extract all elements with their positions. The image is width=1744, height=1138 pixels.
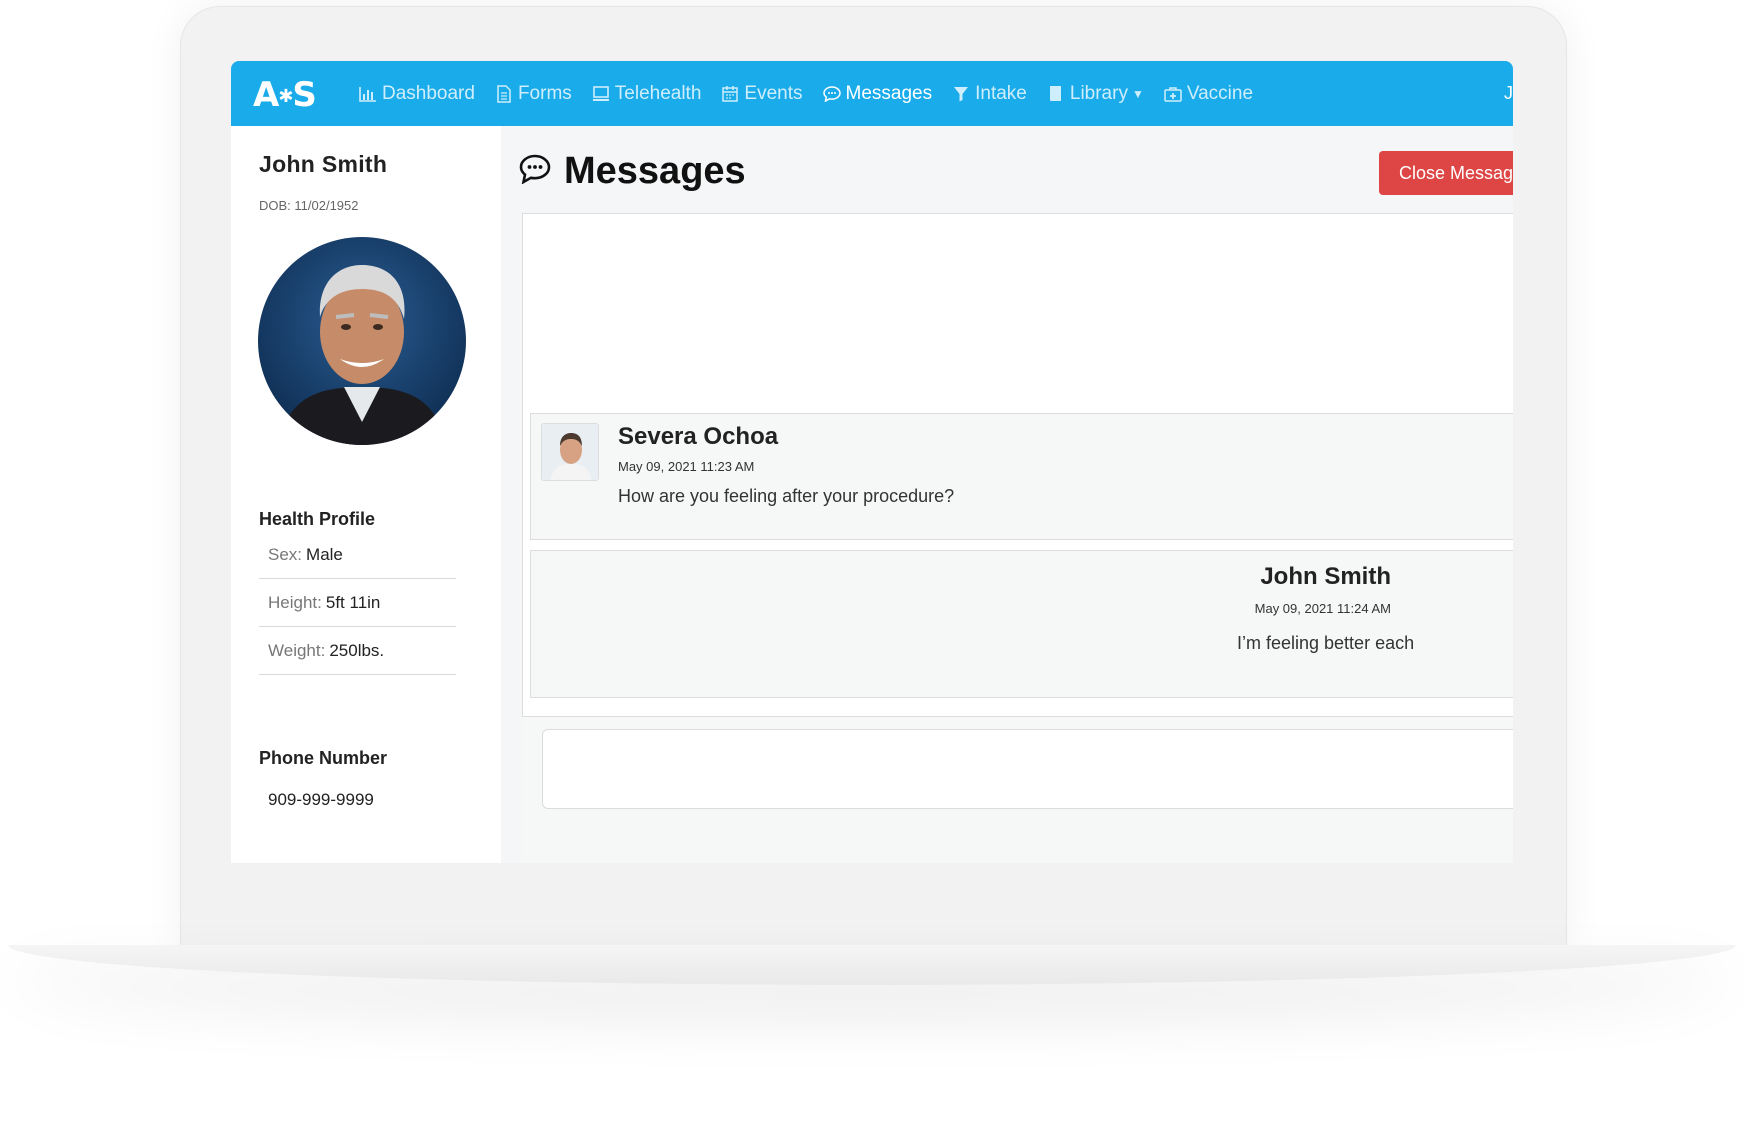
funnel-icon [952,85,970,103]
message-input[interactable] [542,729,1513,809]
patient-avatar [258,237,466,445]
profile-row-height: Height: 5ft 11in [259,579,456,627]
nav-item-intake[interactable]: Intake [952,83,1027,105]
calendar-icon [721,85,739,103]
nav-label: Intake [975,82,1027,104]
nav-label: Vaccine [1186,82,1254,104]
nav-label: Events [744,82,803,104]
messages-main: Messages Close Messag Severa Ochoa May 0… [501,126,1513,863]
profile-row-weight: Weight: 250lbs. [259,627,456,675]
user-menu[interactable]: J [1504,83,1513,104]
profile-value: 250lbs. [329,640,385,660]
message-header: John Smith May 09, 2021 11:24 AM [1171,563,1391,616]
profile-row-sex: Sex: Male [259,531,456,579]
profile-value: 5ft 11in [325,592,381,612]
nav-item-forms[interactable]: Forms [495,83,572,105]
device-mockup: A✱S Dashboard Forms Telehealth Events Me… [0,0,1744,1138]
patient-dob: DOB: 11/02/1952 [259,198,359,213]
medical-kit-icon [1164,85,1182,103]
phone-title: Phone Number [259,748,388,768]
nav-menu: Dashboard Forms Telehealth Events Messag… [359,61,1273,126]
monitor-icon [592,85,610,103]
document-icon [495,84,513,103]
nav-item-messages[interactable]: Messages [822,82,933,105]
message-timestamp: May 09, 2021 11:24 AM [1254,601,1391,616]
nav-label: Forms [517,82,572,104]
nav-label: Dashboard [382,82,475,104]
phone-number: 909-999-9999 [268,790,374,809]
bar-chart-icon [359,85,377,103]
caret-down-icon: ▼ [1131,86,1144,101]
chat-bubble-icon [519,154,551,186]
message-sender: John Smith [1260,563,1391,590]
chat-bubble-icon [822,85,841,103]
sender-avatar [541,423,599,481]
message-sender: Severa Ochoa [618,423,779,450]
patient-sidebar: John Smith DOB: 11/02/1952 Health Profil… [231,126,501,863]
top-navbar: A✱S Dashboard Forms Telehealth Events Me… [231,61,1513,126]
message-item: John Smith May 09, 2021 11:24 AM I’m fee… [530,550,1513,698]
health-profile-title: Health Profile [259,509,376,529]
message-text: How are you feeling after your procedure… [618,486,955,506]
profile-value: Male [306,544,343,564]
nav-label: Telehealth [614,82,702,104]
patient-name: John Smith [259,151,388,177]
brand-logo[interactable]: A✱S [253,75,317,115]
nav-item-vaccine[interactable]: Vaccine [1164,83,1253,105]
health-profile-list: Sex: Male Height: 5ft 11in Weight: 250lb… [259,531,456,675]
reply-area [522,716,1513,863]
message-timestamp: May 09, 2021 11:23 AM [618,459,755,474]
laptop-base [8,945,1736,985]
profile-label: Sex: [268,544,303,564]
profile-label: Height: [268,592,322,612]
message-text: I’m feeling better each [1237,633,1415,653]
nav-label: Messages [845,82,933,104]
nav-item-telehealth[interactable]: Telehealth [592,82,702,105]
close-messages-button[interactable]: Close Messag [1379,151,1513,195]
page-title: Messages [564,150,746,192]
nav-item-library[interactable]: Library ▼ [1047,83,1144,105]
book-icon [1047,85,1065,103]
app-screen: A✱S Dashboard Forms Telehealth Events Me… [231,61,1513,863]
nav-item-dashboard[interactable]: Dashboard [359,83,475,105]
nav-label: Library [1069,82,1128,104]
profile-label: Weight: [268,640,326,660]
nav-item-events[interactable]: Events [721,82,803,105]
message-item: Severa Ochoa May 09, 2021 11:23 AM How a… [530,413,1513,540]
